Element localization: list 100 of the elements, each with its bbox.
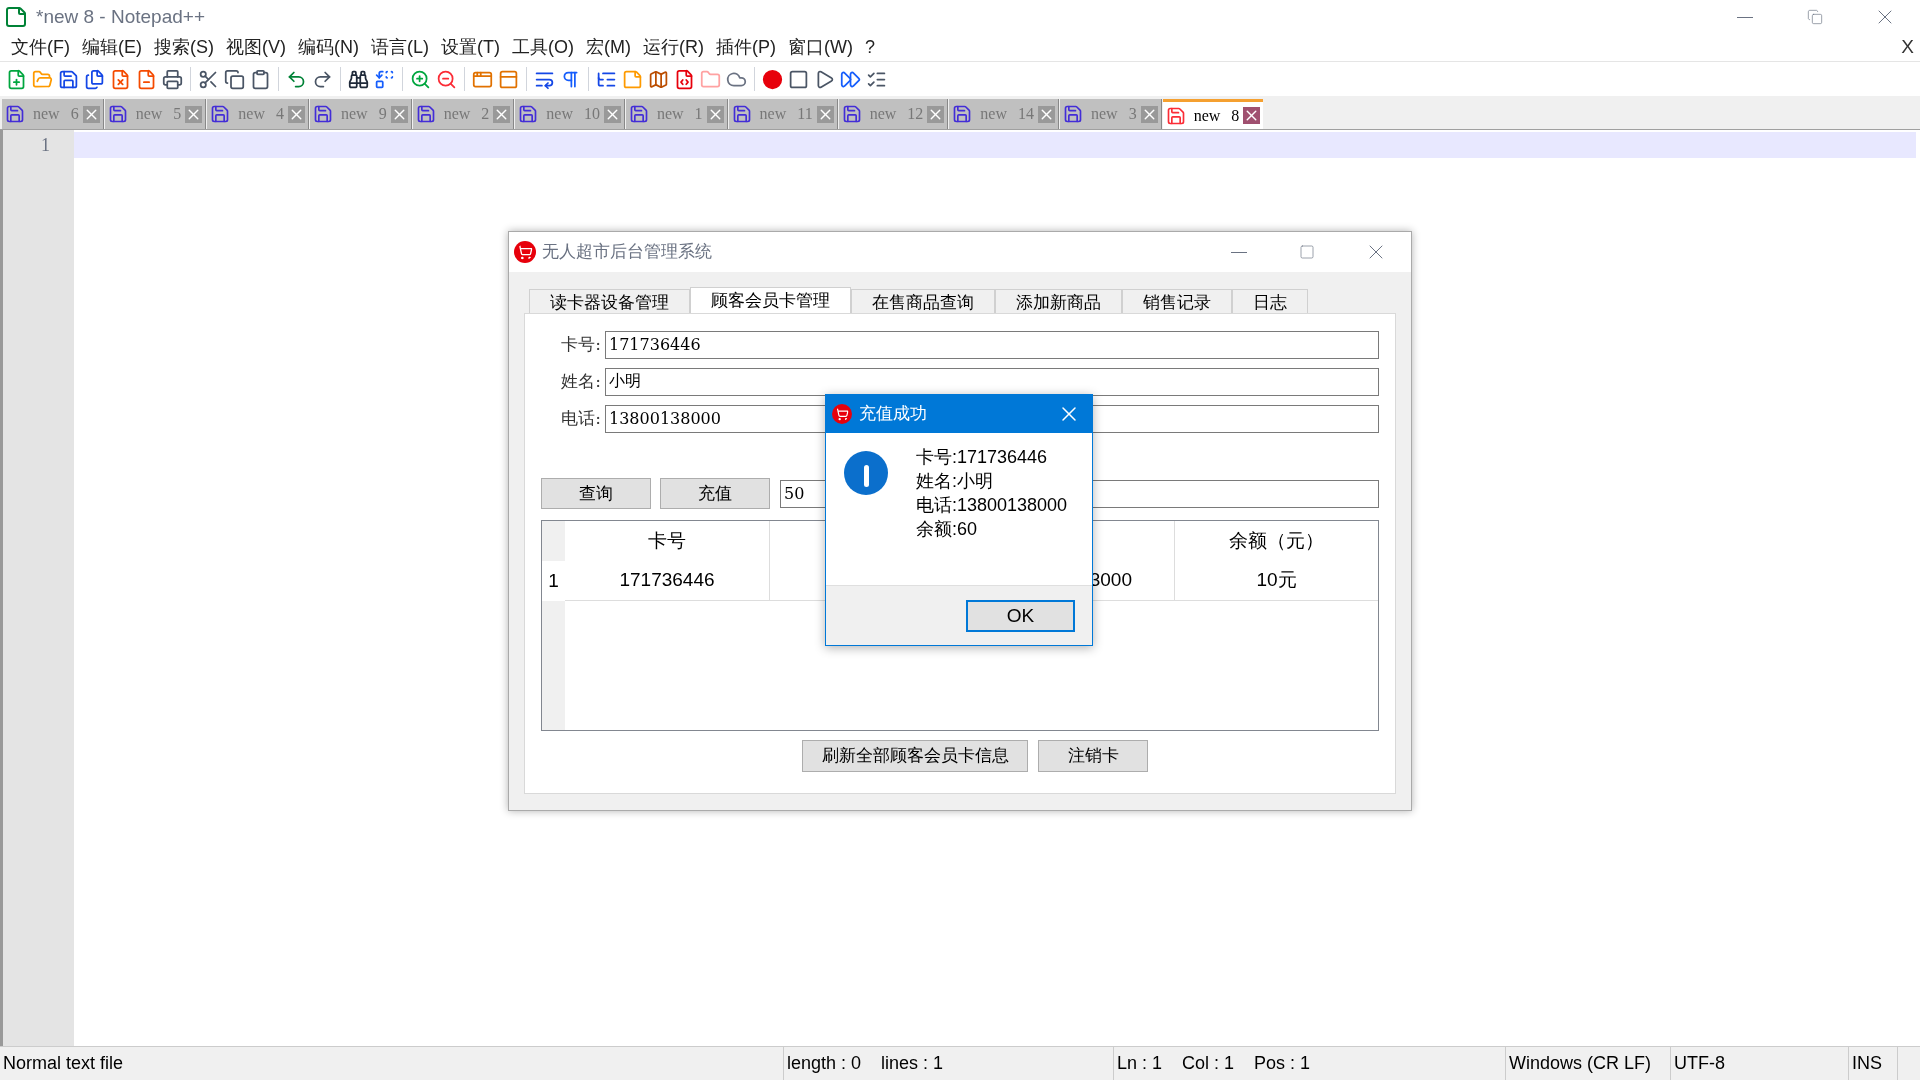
message-text: 姓名:小明 xyxy=(916,470,994,493)
window-title: *new 8 - Notepad++ xyxy=(36,4,205,29)
close-all-icon[interactable] xyxy=(136,68,157,90)
print-icon[interactable] xyxy=(162,68,183,90)
status-text: length : 0 xyxy=(787,1052,862,1075)
menu-item[interactable]: 编码(N) xyxy=(293,34,364,61)
close-icon[interactable] xyxy=(185,105,203,123)
copy-icon[interactable] xyxy=(224,68,245,90)
status-text: UTF-8 xyxy=(1674,1052,1725,1075)
status-text: Normal text file xyxy=(3,1052,124,1075)
action-button[interactable]: 查询 xyxy=(541,478,651,509)
save-icon xyxy=(312,104,333,124)
close-icon[interactable] xyxy=(493,105,511,123)
restore-icon xyxy=(1807,9,1823,25)
action-button[interactable]: 注销卡 xyxy=(1038,740,1148,772)
new-file-icon[interactable] xyxy=(6,68,27,90)
field-label: 卡号: xyxy=(560,332,602,356)
menu-item[interactable]: 搜索(S) xyxy=(149,34,219,61)
row-number: 1 xyxy=(542,561,565,601)
menu-item[interactable]: 设置(T) xyxy=(436,34,505,61)
message-box-title: 充值成功 xyxy=(859,403,927,426)
save-icon xyxy=(1062,104,1083,124)
close-icon[interactable] xyxy=(1037,105,1055,123)
menu-item[interactable]: 宏(M) xyxy=(580,34,636,61)
zoom-in-icon[interactable] xyxy=(410,68,431,90)
save-icon xyxy=(415,104,436,124)
status-text: lines : 1 xyxy=(881,1052,944,1075)
folder-icon[interactable] xyxy=(700,68,721,90)
notepad-icon xyxy=(4,5,28,29)
save-icon xyxy=(210,104,231,124)
replace-icon[interactable] xyxy=(374,68,395,90)
cart-icon xyxy=(832,404,852,424)
status-text: INS xyxy=(1852,1052,1882,1075)
status-text: Ln : 1 xyxy=(1117,1052,1163,1075)
menu-item[interactable]: ? xyxy=(859,34,880,61)
status-text: Windows (CR LF) xyxy=(1509,1052,1651,1075)
close-icon[interactable] xyxy=(390,105,408,123)
save-icon xyxy=(628,104,649,124)
column-header: 卡号 xyxy=(565,521,770,561)
menu-item[interactable]: 编辑(E) xyxy=(77,34,147,61)
menu-item[interactable]: 工具(O) xyxy=(506,34,579,61)
record-icon[interactable] xyxy=(762,68,783,90)
text-field[interactable]: 171736446 xyxy=(605,330,1379,359)
menu-item[interactable]: 插件(P) xyxy=(710,34,781,61)
menu-item[interactable]: 运行(R) xyxy=(637,34,709,61)
search-icon[interactable] xyxy=(348,68,369,90)
close-icon[interactable] xyxy=(1243,107,1261,124)
tab[interactable]: 读卡器设备管理 xyxy=(529,289,690,313)
save-icon xyxy=(1165,105,1186,126)
action-button[interactable]: 刷新全部顾客会员卡信息 xyxy=(802,740,1028,772)
save-icon xyxy=(731,104,752,124)
close-icon[interactable] xyxy=(706,105,724,123)
app-window-title: 无人超市后台管理系统 xyxy=(542,240,712,264)
info-icon xyxy=(844,451,888,495)
tab[interactable]: 顾客会员卡管理 xyxy=(690,287,851,313)
save-all-icon[interactable] xyxy=(84,68,105,90)
message-text: 余额:60 xyxy=(916,518,979,541)
save-icon xyxy=(841,104,862,124)
minimize-icon xyxy=(1231,251,1247,253)
menu-item[interactable]: 文件(F) xyxy=(6,34,75,61)
menu-item[interactable]: 语言(L) xyxy=(366,34,434,61)
folder-icon[interactable] xyxy=(32,68,53,90)
menu-item[interactable]: 视图(V) xyxy=(221,34,291,61)
minimize-icon xyxy=(1737,16,1753,18)
field-label: 电话: xyxy=(560,406,602,430)
stop-icon[interactable] xyxy=(788,68,809,90)
status-text: Col : 1 xyxy=(1182,1052,1235,1075)
table-cell-text: 3000 xyxy=(1089,568,1132,593)
save-icon xyxy=(5,104,25,124)
tab[interactable]: 销售记录 xyxy=(1122,289,1232,313)
close-document-button[interactable]: X xyxy=(1901,33,1914,62)
tab[interactable]: 在售商品查询 xyxy=(851,289,995,313)
cut-icon[interactable] xyxy=(198,68,219,90)
menu-item[interactable]: 窗口(W) xyxy=(782,34,858,61)
close-icon[interactable] xyxy=(82,105,100,123)
tab[interactable]: 日志 xyxy=(1232,289,1308,313)
save-icon[interactable] xyxy=(58,68,79,90)
map-icon[interactable] xyxy=(648,68,669,90)
close-icon[interactable] xyxy=(816,105,834,123)
tab[interactable]: 添加新商品 xyxy=(995,289,1122,313)
action-button[interactable]: 充值 xyxy=(660,478,770,509)
save-icon xyxy=(107,104,128,124)
message-text: 电话:13800138000 xyxy=(916,494,1068,517)
table-cell: 171736446 xyxy=(565,561,770,600)
column-header: 余额（元） xyxy=(1174,521,1378,561)
line-number: 1 xyxy=(40,134,51,157)
save-icon xyxy=(952,104,973,124)
close-icon[interactable] xyxy=(287,105,305,123)
zoom-out-icon[interactable] xyxy=(436,68,457,90)
close-icon[interactable] xyxy=(603,105,621,123)
paste-icon[interactable] xyxy=(250,68,271,90)
save-icon xyxy=(518,104,539,124)
close-file-icon[interactable] xyxy=(110,68,131,90)
cart-icon xyxy=(514,241,536,263)
ok-button[interactable]: OK xyxy=(966,599,1075,632)
close-icon[interactable] xyxy=(1140,105,1158,123)
close-icon[interactable] xyxy=(927,105,945,123)
note-icon[interactable] xyxy=(622,68,643,90)
maximize-icon xyxy=(1299,244,1315,260)
document-tab[interactable]: new 8 xyxy=(1162,99,1264,129)
